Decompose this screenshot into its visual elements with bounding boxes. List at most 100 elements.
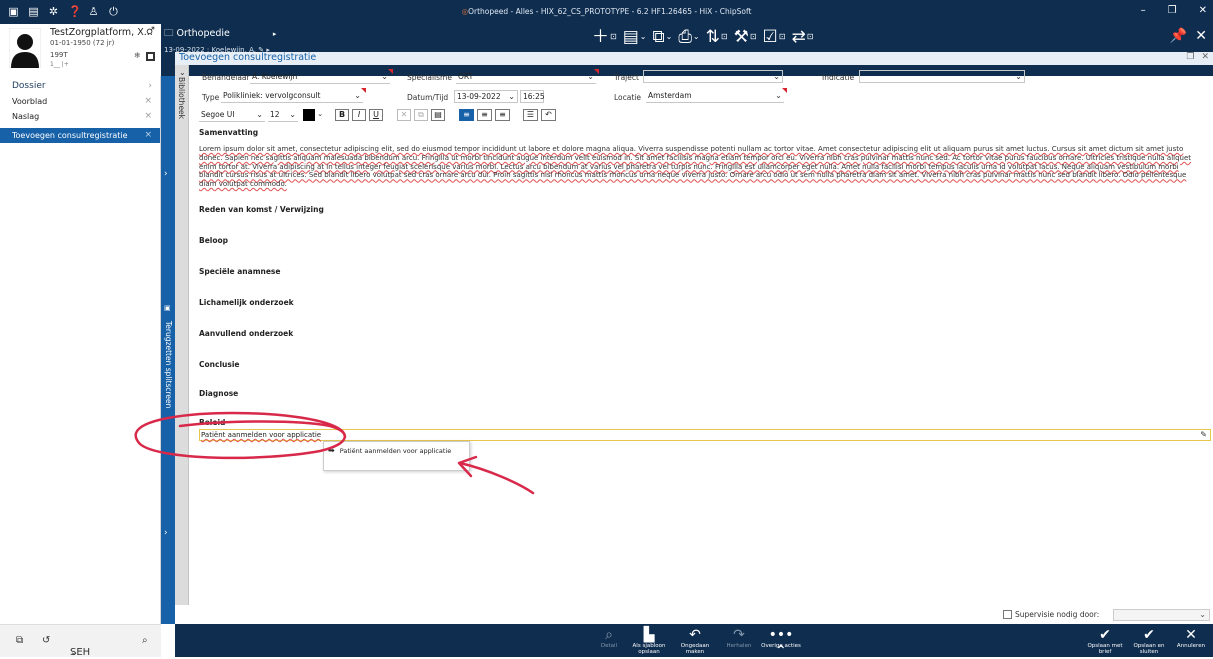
document-button[interactable]: ▤ ⌄	[623, 26, 647, 48]
close-icon[interactable]: ✕	[1195, 28, 1207, 44]
close-icon[interactable]: ×	[144, 109, 152, 124]
close-icon[interactable]: ✕	[1201, 52, 1209, 62]
page-title: Toevoegen consultregistratie	[179, 52, 317, 63]
font-family-select[interactable]: Segoe UI ⌄	[199, 109, 265, 122]
chevron-down-icon: ⌄	[775, 91, 782, 100]
restore-icon[interactable]: ❐	[1186, 52, 1194, 62]
undo-icon: ↶	[689, 627, 701, 643]
supervisie-select[interactable]: ⌄	[1113, 609, 1210, 621]
font-size-select[interactable]: 12 ⌄	[268, 109, 298, 122]
copy-icon: ⧉	[652, 27, 665, 47]
dropdown-box-icon: ⊡	[749, 32, 757, 41]
indicatie-select[interactable]: ⌄	[859, 70, 1025, 83]
overige-acties-button[interactable]: ••• ⌃ Overige acties	[761, 627, 801, 659]
transfer-button[interactable]: ⇄ ⊡	[791, 26, 813, 48]
edit-pen-icon[interactable]: ✎	[1200, 430, 1207, 440]
traject-select[interactable]: ⌄	[643, 70, 783, 83]
required-flag-icon	[594, 69, 599, 74]
sidebar-item-voorblad[interactable]: Voorblad ×	[0, 94, 160, 109]
section-beloop: Beloop	[199, 236, 229, 245]
sidebar-item-naslag[interactable]: Naslag ×	[0, 109, 160, 124]
herhalen-button[interactable]: ↷ Herhalen	[719, 627, 759, 649]
align-center-button[interactable]: ≡	[477, 109, 492, 121]
behandelaar-select[interactable]: A. Koelewijn ⌄	[250, 69, 393, 84]
chevron-down-icon[interactable]: ⌄	[317, 109, 323, 118]
qr-icon[interactable]	[146, 52, 155, 61]
template-save-icon: ▙	[643, 627, 655, 643]
behandelaar-label: Behandelaar	[202, 73, 250, 82]
sort-button[interactable]: ⇅ ⊡	[706, 26, 728, 48]
font-color-button[interactable]	[303, 109, 315, 121]
print-button[interactable]: ⎙ ⌄	[678, 26, 699, 48]
copy-text-button[interactable]: ⧉	[414, 109, 428, 121]
tools-button[interactable]: ⚒ ⊡	[734, 26, 757, 48]
sidebar-item-toevoegen-consultregistratie[interactable]: Toevoegen consultregistratie ×	[0, 128, 160, 143]
time-input[interactable]: 16:25	[520, 90, 545, 103]
close-icon[interactable]: ×	[144, 94, 152, 109]
bibliotheek-label[interactable]: Bibliotheek	[177, 77, 186, 119]
transfer-icon: ⇄	[791, 27, 806, 47]
ongedaan-maken-button[interactable]: ↶ Ongedaan maken	[675, 627, 715, 655]
pin-icon[interactable]: 📌	[1170, 28, 1187, 44]
align-left-button[interactable]: ≡	[459, 109, 474, 121]
type-select[interactable]: Polikliniek: vervolgconsult ⌄	[221, 88, 366, 103]
supervisie-label: Supervisie nodig door:	[1015, 610, 1100, 619]
indicatie-label: Indicatie	[822, 73, 855, 82]
window-icon[interactable]: ⧉	[16, 635, 23, 646]
underline-button[interactable]: U	[369, 109, 383, 121]
chevron-down-icon: ⌄	[639, 32, 647, 41]
align-right-button[interactable]: ≡	[495, 109, 510, 121]
chevron-right-icon: ›	[148, 81, 152, 91]
dropdown-box-icon: ⊡	[778, 32, 786, 41]
bibliotheek-strip[interactable]: ⌄ Bibliotheek	[175, 65, 189, 605]
opslaan-met-brief-button[interactable]: ✔ Opslaan met brief	[1085, 627, 1125, 655]
chevron-right-icon[interactable]: ›	[164, 169, 168, 179]
annuleren-button[interactable]: ✕ Annuleren	[1171, 627, 1211, 649]
als-sjabloon-opslaan-button[interactable]: ▙ Als sjabloon opslaan	[629, 627, 669, 655]
close-icon[interactable]: ✕	[1199, 5, 1207, 16]
bold-button[interactable]: B	[335, 109, 349, 121]
minimize-icon[interactable]: –	[1141, 5, 1146, 16]
required-flag-icon	[388, 69, 393, 74]
list-button[interactable]: ☰	[523, 109, 538, 121]
opslaan-en-sluiten-button[interactable]: ✔ Opslaan en sluiten	[1129, 627, 1169, 655]
sidebar-item-dossier[interactable]: Dossier ›	[0, 79, 160, 94]
chevron-down-icon: ⌄	[508, 92, 515, 101]
department-label[interactable]: 🗀 Orthopedie ▸	[164, 26, 276, 42]
cut-button[interactable]: ✕	[397, 109, 411, 121]
search-icon[interactable]: ⌕	[142, 635, 148, 646]
italic-button[interactable]: I	[352, 109, 366, 121]
specialisme-select[interactable]: ORT ⌄	[456, 69, 599, 84]
undo-format-button[interactable]: ↶	[541, 109, 556, 121]
autocomplete-suggestion[interactable]: ➡ Patiënt aanmelden voor applicatie	[328, 446, 451, 455]
printer-icon: ⎙	[678, 27, 692, 47]
dropdown-box-icon: ⊡	[610, 32, 617, 41]
close-icon[interactable]: ×	[144, 128, 152, 143]
restore-icon[interactable]: ❐	[1168, 5, 1177, 16]
patient-banner[interactable]: TestZorgplatform, X... ♂ 01-01-1950 (72 …	[0, 24, 161, 76]
chevron-right-icon[interactable]: ›	[164, 528, 168, 538]
collapse-panel-strip[interactable]: › ▣ Terugzetten splitscreen ›	[161, 76, 175, 624]
section-lichamelijk-onderzoek: Lichamelijk onderzoek	[199, 298, 294, 307]
folder-icon: 🗀	[164, 28, 174, 39]
copy-button[interactable]: ⧉ ⌄	[652, 26, 672, 48]
restore-split-icon[interactable]: ▣	[164, 304, 171, 312]
samenvatting-text[interactable]: Lorem ipsum dolor sit amet, consectetur …	[199, 145, 1199, 189]
save-close-icon: ✔	[1143, 627, 1155, 643]
ok-list-button[interactable]: ☑ ⊡	[763, 26, 786, 48]
arrow-right-icon: ➡	[328, 446, 335, 455]
terugzetten-splitscreen-label[interactable]: Terugzetten splitscreen	[163, 321, 173, 408]
save-letter-icon: ✔	[1099, 627, 1111, 643]
detail-button[interactable]: ⌕ Detail	[589, 627, 629, 649]
traject-label: Traject	[614, 73, 639, 82]
supervisie-checkbox[interactable]	[1003, 610, 1012, 619]
form-title-controls: ❐ ✕	[1186, 52, 1209, 62]
history-icon[interactable]: ↺	[42, 635, 50, 646]
specialisme-label: Specialisme	[407, 73, 452, 82]
locatie-select[interactable]: Amsterdam ⌄	[646, 88, 787, 103]
redo-icon: ↷	[733, 627, 745, 643]
paste-button[interactable]: ▤	[431, 109, 445, 121]
beleid-input[interactable]: Patiënt aanmelden voor applicatie ✎	[199, 429, 1211, 441]
date-input[interactable]: 13-09-2022 ⌄	[454, 90, 518, 103]
add-button[interactable]: ＋ ⊡	[592, 26, 617, 48]
